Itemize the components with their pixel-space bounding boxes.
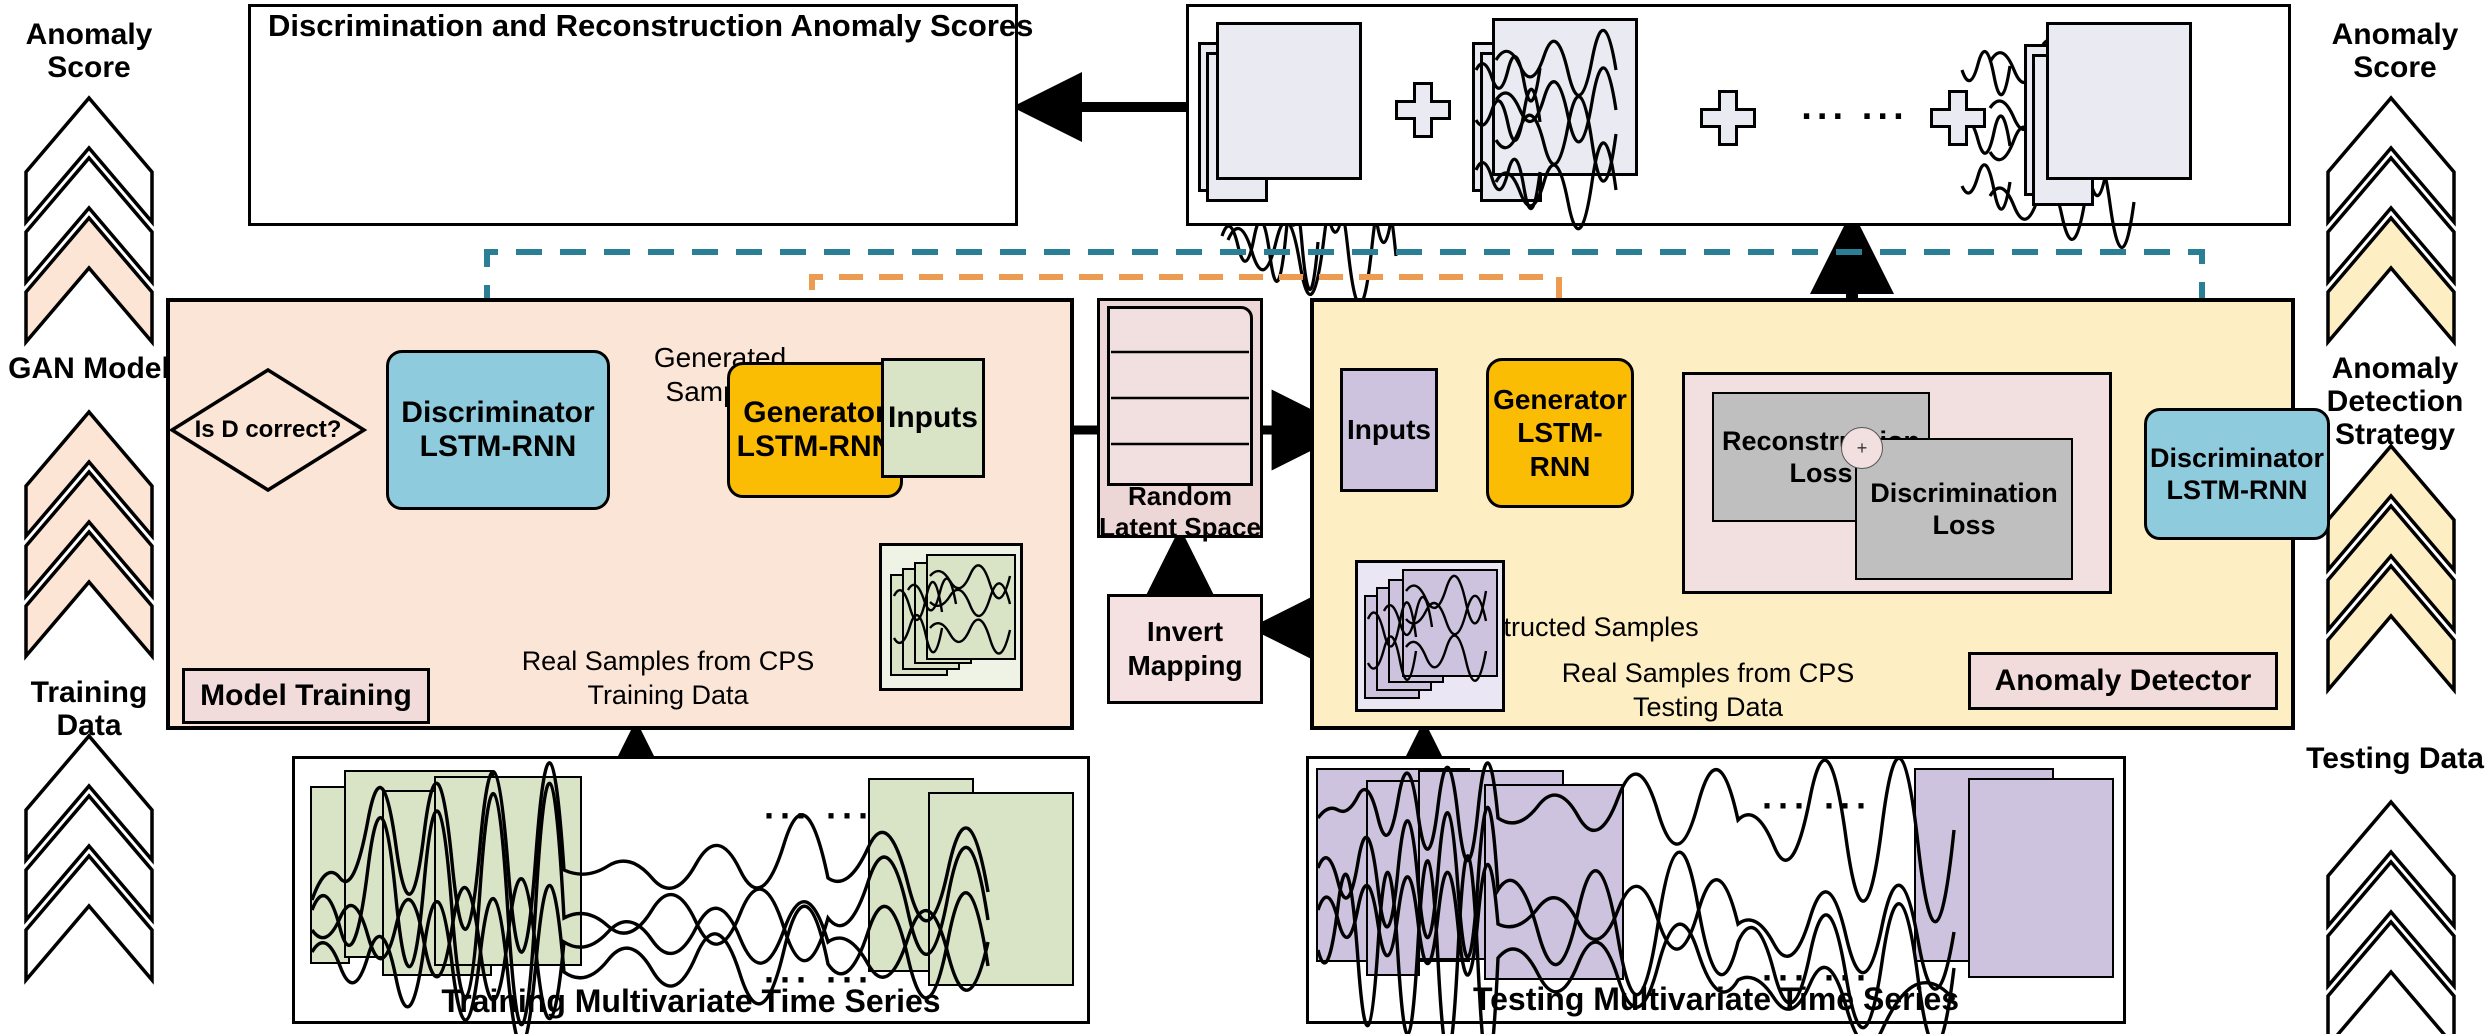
sample-card xyxy=(1216,22,1362,180)
training-samples-stack xyxy=(879,543,1023,691)
testing-ellipsis-top: ··· ··· xyxy=(1762,784,1872,826)
training-real-samples-label: Real Samples from CPS Training Data xyxy=(521,646,815,710)
training-ellipsis-top: ··· ··· xyxy=(764,794,874,836)
score-panel-title: Discrimination and Reconstruction Anomal… xyxy=(268,8,1034,43)
sidebar-label-left-2: Training Data xyxy=(30,676,148,742)
discrimination-loss-node[interactable]: Discrimination Loss xyxy=(1855,438,2073,580)
left-chevron-stack-2 xyxy=(24,409,154,661)
sidebar-label-right-2: Testing Data xyxy=(2306,742,2484,775)
left-chevron-stack-3 xyxy=(24,733,154,985)
detector-samples-stack xyxy=(1355,560,1505,712)
plus-node-icon: + xyxy=(1841,427,1883,469)
decision-label: Is D correct? xyxy=(194,415,342,443)
left-chevron-stack-1 xyxy=(24,95,154,347)
sidebar-label-right-0: Anomaly Score xyxy=(2331,18,2459,84)
invert-mapping-node[interactable]: Invert Mapping xyxy=(1107,594,1263,704)
series-card xyxy=(1968,778,2114,978)
sidebar-label-left-0: Anomaly Score xyxy=(25,18,153,84)
latent-card-lines xyxy=(1111,350,1249,446)
plus-icon xyxy=(1930,90,1986,146)
decision-diamond: Is D correct? xyxy=(168,367,368,493)
right-chevron-stack-1 xyxy=(2326,95,2456,347)
latent-space-label: Random Latent Space xyxy=(1099,480,1261,542)
right-chevron-stack-3 xyxy=(2326,799,2456,1034)
training-series-caption: Training Multivariate Time Series xyxy=(441,983,941,1020)
plus-icon xyxy=(1395,82,1451,138)
sidebar-label-left-1: GAN Model xyxy=(8,352,170,385)
detector-real-samples-label: Real Samples from CPS Testing Data xyxy=(1561,658,1855,722)
sample-card xyxy=(1492,18,1638,176)
series-card xyxy=(928,792,1074,986)
testing-series-caption: Testing Multivariate Time Series xyxy=(1472,981,1960,1018)
samples-ellipsis: ··· ··· xyxy=(1801,95,1909,138)
detector-generator-node[interactable]: Generator LSTM- RNN xyxy=(1486,358,1634,508)
training-generator-node[interactable]: Generator LSTM-RNN xyxy=(727,362,903,498)
training-discriminator-node[interactable]: Discriminator LSTM-RNN xyxy=(386,350,610,510)
series-card xyxy=(434,776,582,966)
detector-inputs-node[interactable]: Inputs xyxy=(1340,368,1438,492)
detector-discriminator-node[interactable]: Discriminator LSTM-RNN xyxy=(2144,408,2330,540)
plus-icon xyxy=(1700,90,1756,146)
model-training-badge: Model Training xyxy=(182,668,430,724)
anomaly-detector-badge: Anomaly Detector xyxy=(1968,652,2278,710)
right-chevron-stack-2 xyxy=(2326,443,2456,695)
training-inputs-node[interactable]: Inputs xyxy=(881,358,985,478)
series-card xyxy=(1484,784,1624,980)
sample-card xyxy=(2046,22,2192,180)
series-card xyxy=(1366,780,1420,976)
